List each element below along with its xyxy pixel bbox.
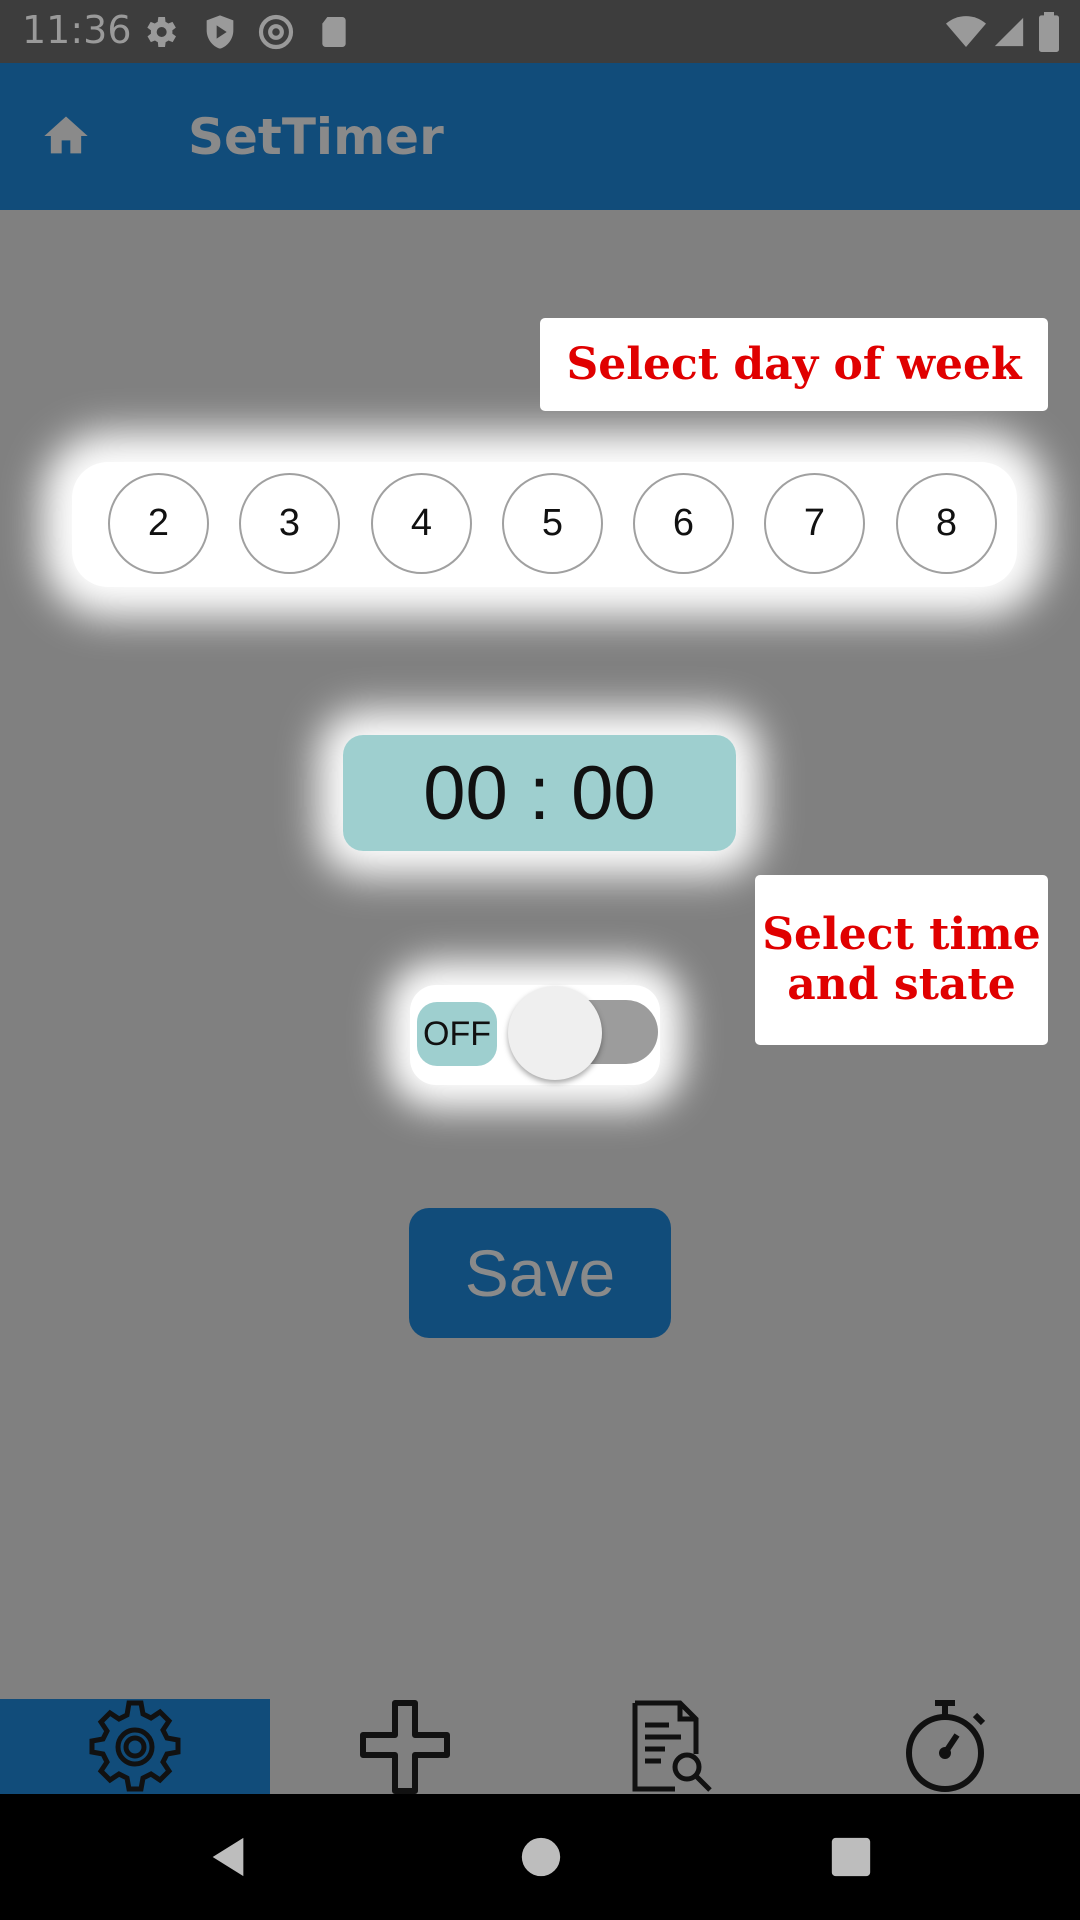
home-icon[interactable] — [40, 110, 92, 162]
settings-status-icon — [147, 17, 176, 47]
sd-card-icon — [322, 17, 346, 47]
day-button-3[interactable]: 3 — [239, 473, 340, 574]
tooltip-day-text: Select day of week — [566, 339, 1022, 390]
wifi-icon — [946, 16, 986, 47]
toggle-state-label: OFF — [417, 1002, 497, 1066]
app-title: SetTimer — [188, 108, 444, 166]
tooltip-select-time: Select time and state — [755, 875, 1048, 1045]
signal-icon — [994, 17, 1024, 47]
at-sign-icon — [258, 14, 294, 50]
day-button-8[interactable]: 8 — [896, 473, 997, 574]
save-button[interactable]: Save — [409, 1208, 671, 1338]
stopwatch-icon[interactable] — [895, 1699, 995, 1794]
tooltip-select-day: Select day of week — [540, 318, 1048, 411]
back-icon[interactable] — [205, 1834, 251, 1880]
time-picker[interactable]: 00 : 00 — [343, 735, 736, 851]
tooltip-time-line1: Select time — [762, 909, 1041, 960]
recents-icon[interactable] — [828, 1834, 874, 1880]
settings-icon[interactable] — [85, 1699, 185, 1794]
app-bar — [0, 63, 1080, 210]
day-button-5[interactable]: 5 — [502, 473, 603, 574]
day-button-4[interactable]: 4 — [371, 473, 472, 574]
search-document-icon[interactable] — [625, 1699, 725, 1794]
state-toggle-knob[interactable] — [508, 986, 602, 1080]
day-button-6[interactable]: 6 — [633, 473, 734, 574]
battery-icon — [1039, 12, 1059, 52]
add-icon[interactable] — [355, 1699, 455, 1794]
tooltip-time-line2: and state — [787, 959, 1016, 1010]
day-button-7[interactable]: 7 — [764, 473, 865, 574]
shield-play-icon — [206, 15, 234, 49]
status-time: 11:36 — [22, 8, 132, 52]
home-circle-icon[interactable] — [518, 1834, 564, 1880]
day-button-2[interactable]: 2 — [108, 473, 209, 574]
